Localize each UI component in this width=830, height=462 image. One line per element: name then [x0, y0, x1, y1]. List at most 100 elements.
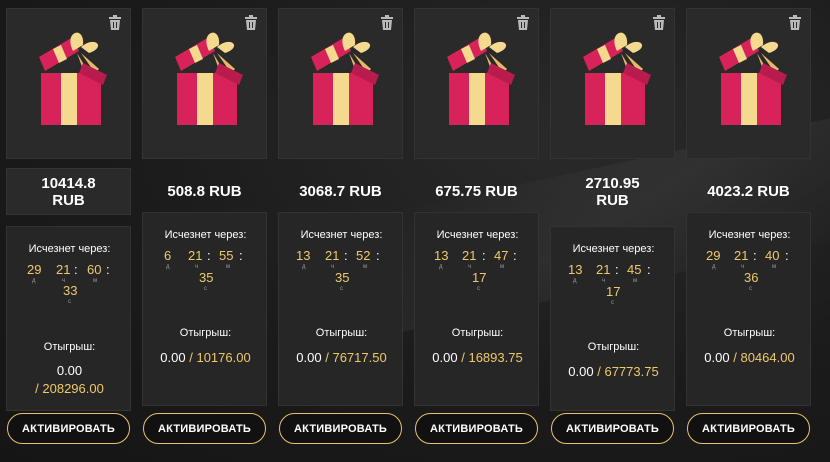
bonus-card: 4023.2 RUB Исчезнет через: 29 21 : 40 : … [686, 8, 811, 454]
timer-hours: 21 [462, 248, 477, 263]
timer-minutes: 60 [87, 262, 102, 277]
timer-days: 13 [434, 248, 449, 263]
unit-seconds: с [68, 299, 71, 305]
timer-label: Исчезнет через: [572, 243, 655, 255]
unit-minutes: м [772, 264, 777, 270]
timer-colon: : [106, 262, 110, 277]
info-panel: Исчезнет через: 13 21 : 45 : д ч м 17 с … [550, 226, 675, 411]
playthrough-current-value: 0.00 [296, 350, 322, 365]
unit-hours: ч [195, 264, 199, 270]
timer-label: Исчезнет через: [28, 243, 111, 255]
timer-days: 13 [296, 248, 311, 263]
playthrough-label: Отыгрыш: [723, 327, 776, 339]
trash-icon[interactable] [244, 15, 258, 31]
timer-colon: : [376, 248, 380, 263]
unit-minutes: м [500, 264, 505, 270]
playthrough-value: 0.00 / 16893.75 [415, 350, 540, 365]
gift-box-icon [719, 32, 787, 125]
timer-colon: : [753, 248, 757, 263]
timer-seconds: 17 [606, 284, 621, 299]
unit-minutes: м [363, 264, 368, 270]
amount-panel: 2710.95 RUB [550, 168, 675, 215]
bonus-amount: 508.8 RUB [167, 182, 242, 200]
bonus-card: 675.75 RUB Исчезнет через: 13 21 : 47 : … [414, 8, 539, 454]
info-panel: Исчезнет через: 29 21 : 60 : д ч м 33 с … [6, 226, 131, 411]
info-panel: Исчезнет через: 13 21 : 47 : д ч м 17 с … [414, 212, 539, 406]
gift-box-icon [447, 32, 515, 125]
playthrough-label: Отыгрыш: [43, 341, 96, 353]
activate-button[interactable]: АКТИВИРОВАТЬ [279, 413, 402, 444]
playthrough-current-value: 0.00 [432, 350, 458, 365]
unit-days: д [712, 264, 716, 270]
activate-button[interactable]: АКТИВИРОВАТЬ [551, 413, 674, 444]
playthrough-target-value: / 67773.75 [597, 364, 659, 379]
unit-seconds: с [749, 286, 752, 292]
bonus-card: 508.8 RUB Исчезнет через: 6 21 : 55 : д … [142, 8, 267, 454]
activate-button[interactable]: АКТИВИРОВАТЬ [415, 413, 538, 444]
gift-box-icon [175, 32, 243, 125]
timer-seconds: 33 [63, 283, 78, 298]
unit-minutes: м [633, 278, 638, 284]
unit-seconds: с [477, 286, 480, 292]
amount-panel: 675.75 RUB [414, 171, 539, 211]
trash-icon[interactable] [516, 15, 530, 31]
playthrough-value: 0.00 / 67773.75 [551, 364, 676, 379]
bonus-cards-row: 10414.8 RUB Исчезнет через: 29 21 : 60 :… [6, 8, 811, 454]
unit-days: д [302, 264, 306, 270]
timer-label: Исчезнет через: [708, 229, 791, 241]
trash-icon[interactable] [788, 15, 802, 31]
unit-days: д [573, 278, 577, 284]
timer-hours: 21 [188, 248, 203, 263]
timer-minutes: 45 [627, 262, 642, 277]
playthrough-label: Отыгрыш: [179, 327, 232, 339]
unit-hours: ч [602, 278, 606, 284]
timer-seconds: 17 [472, 270, 487, 285]
trash-icon[interactable] [380, 15, 394, 31]
bonus-amount: 10414.8 RUB [41, 174, 96, 209]
bonus-card: 10414.8 RUB Исчезнет через: 29 21 : 60 :… [6, 8, 131, 454]
bonus-amount: 3068.7 RUB [299, 182, 382, 200]
timer-seconds: 36 [744, 270, 759, 285]
trash-icon[interactable] [108, 15, 122, 31]
playthrough-target-value: / 208296.00 [35, 381, 104, 396]
unit-seconds: с [204, 286, 207, 292]
amount-panel: 10414.8 RUB [6, 168, 131, 215]
amount-panel: 4023.2 RUB [686, 171, 811, 211]
bonus-amount: 4023.2 RUB [707, 182, 790, 200]
activate-button[interactable]: АКТИВИРОВАТЬ [143, 413, 266, 444]
trash-icon[interactable] [652, 15, 666, 31]
gift-image-panel [550, 8, 675, 159]
gift-image-panel [6, 8, 131, 159]
playthrough-current-value: 0.00 [568, 364, 594, 379]
playthrough-current-value: 0.00 [704, 350, 730, 365]
timer-days: 6 [164, 248, 172, 263]
unit-seconds: с [611, 300, 614, 306]
timer-colon: : [482, 248, 486, 263]
playthrough-target-value: / 80464.00 [733, 350, 795, 365]
playthrough-label: Отыгрыш: [451, 327, 504, 339]
unit-seconds: с [340, 286, 343, 292]
timer-seconds: 35 [335, 270, 350, 285]
unit-minutes: м [93, 278, 98, 284]
activate-button[interactable]: АКТИВИРОВАТЬ [687, 413, 810, 444]
timer-minutes: 47 [494, 248, 509, 263]
timer-colon: : [785, 248, 789, 263]
amount-panel: 508.8 RUB [142, 171, 267, 211]
unit-days: д [439, 264, 443, 270]
timer-label: Исчезнет через: [164, 229, 247, 241]
bonus-amount: 2710.95 RUB [585, 174, 640, 209]
timer-hours: 21 [596, 262, 611, 277]
timer-colon: : [647, 262, 651, 277]
timer-days: 29 [706, 248, 721, 263]
unit-days: д [32, 278, 36, 284]
unit-days: д [166, 264, 170, 270]
timer-colon: : [239, 248, 243, 263]
bonus-amount: 675.75 RUB [435, 182, 518, 200]
playthrough-current-value: 0.00 [56, 363, 83, 378]
timer-label: Исчезнет через: [436, 229, 519, 241]
timer-days: 13 [568, 262, 583, 277]
activate-button[interactable]: АКТИВИРОВАТЬ [7, 413, 130, 444]
playthrough-value: 0.00 / 80464.00 [687, 350, 812, 365]
playthrough-target-value: / 16893.75 [461, 350, 523, 365]
playthrough-target: / 208296.00 [7, 381, 132, 396]
